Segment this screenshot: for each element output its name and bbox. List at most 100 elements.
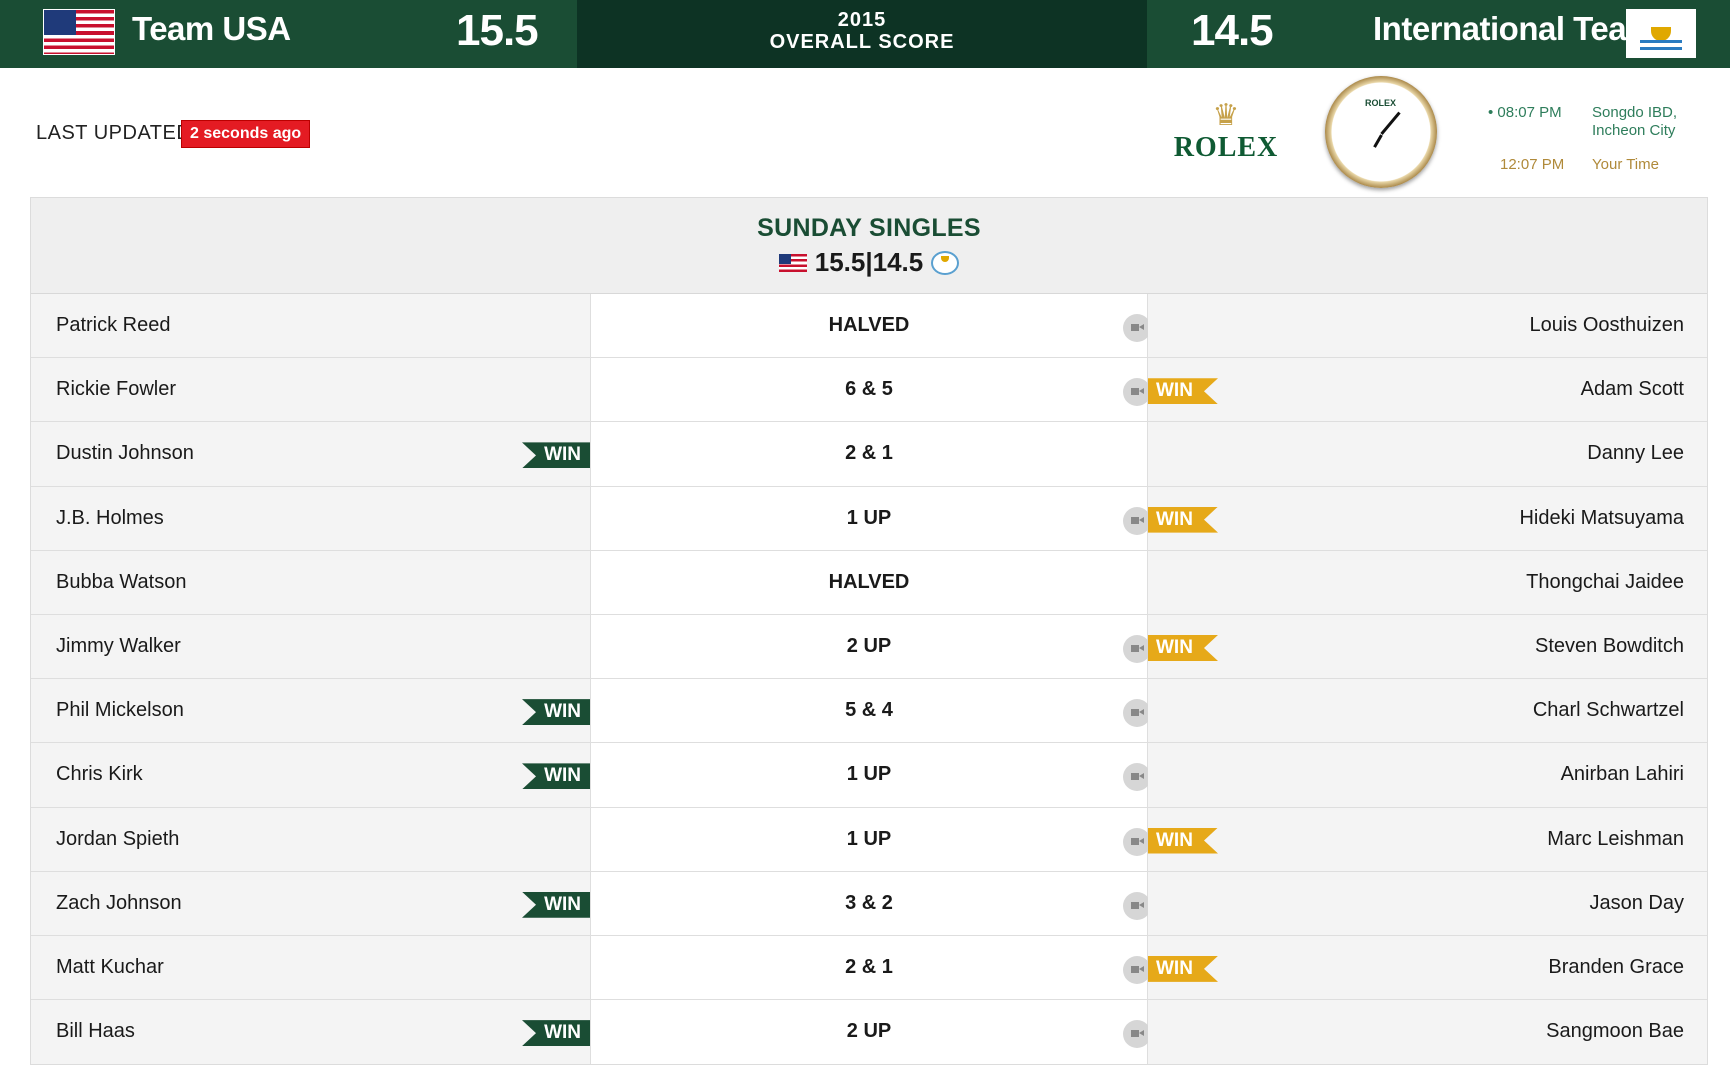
usa-win-badge: WIN [522, 699, 590, 726]
match-result: HALVED [828, 570, 910, 593]
match-row[interactable]: Dustin Johnson WIN 2 & 1 Danny Lee [31, 422, 1707, 487]
video-camera-icon[interactable] [1123, 699, 1151, 728]
video-camera-icon[interactable] [1123, 314, 1151, 342]
usa-player-cell: Jimmy Walker [31, 614, 590, 679]
intl-player-cell: Thongchai Jaidee [1148, 550, 1707, 614]
international-team-logo-icon [1626, 9, 1696, 58]
intl-player-cell: WIN Steven Bowditch [1148, 614, 1707, 679]
match-row[interactable]: J.B. Holmes 1 UP WIN Hideki Matsuyama [31, 486, 1707, 551]
intl-player-name[interactable]: Branden Grace [1548, 956, 1684, 979]
match-result-cell: 2 & 1 [590, 422, 1148, 486]
usa-player-cell: Zach Johnson WIN [31, 871, 590, 935]
video-camera-icon[interactable] [1123, 763, 1151, 792]
usa-player-name[interactable]: Jimmy Walker [56, 635, 181, 658]
video-camera-icon[interactable] [1123, 1020, 1151, 1049]
video-camera-icon[interactable] [1123, 891, 1151, 920]
video-camera-icon[interactable] [1123, 378, 1151, 407]
match-result: 3 & 2 [845, 891, 893, 914]
usa-player-cell: Bill Haas WIN [31, 1000, 590, 1065]
match-row[interactable]: Bill Haas WIN 2 UP Sangmoon Bae [31, 1000, 1707, 1065]
usa-player-name[interactable]: Rickie Fowler [56, 378, 176, 401]
rolex-logo[interactable]: ♛ ROLEX [1170, 100, 1282, 164]
intl-win-badge: WIN [1148, 828, 1218, 854]
singles-scoreboard: SUNDAY SINGLES 15.5|14.5 Patrick Reed HAL… [30, 197, 1708, 1065]
intl-win-badge: WIN [1148, 507, 1218, 533]
intl-player-cell: WIN Adam Scott [1148, 358, 1707, 422]
intl-player-name[interactable]: Marc Leishman [1547, 828, 1684, 851]
usa-player-name[interactable]: Chris Kirk [56, 763, 143, 786]
usa-player-name[interactable]: Phil Mickelson [56, 699, 184, 722]
match-row[interactable]: Zach Johnson WIN 3 & 2 Jason Day [31, 871, 1707, 936]
match-row[interactable]: Jordan Spieth 1 UP WIN Marc Leishman [31, 807, 1707, 872]
overall-score-label: OVERALL SCORE [769, 31, 955, 53]
video-camera-icon[interactable] [1123, 506, 1151, 535]
team-usa-score: 15.5 [456, 6, 539, 55]
usa-player-name[interactable]: Matt Kuchar [56, 956, 164, 979]
team-usa-name: Team USA [132, 10, 291, 47]
match-row[interactable]: Bubba Watson HALVED Thongchai Jaidee [31, 550, 1707, 615]
usa-player-name[interactable]: Bubba Watson [56, 571, 186, 594]
intl-player-name[interactable]: Hideki Matsuyama [1519, 507, 1684, 530]
intl-player-cell: Danny Lee [1148, 422, 1707, 486]
match-row[interactable]: Jimmy Walker 2 UP WIN Steven Bowditch [31, 614, 1707, 680]
match-row[interactable]: Patrick Reed HALVED Louis Oosthuizen [31, 294, 1707, 359]
intl-player-name[interactable]: Louis Oosthuizen [1529, 314, 1684, 337]
intl-player-name[interactable]: Adam Scott [1581, 378, 1684, 401]
usa-player-cell: Dustin Johnson WIN [31, 422, 590, 486]
match-result: 2 UP [846, 1020, 892, 1043]
usa-player-name[interactable]: Zach Johnson [56, 892, 182, 915]
intl-player-name[interactable]: Thongchai Jaidee [1526, 571, 1684, 594]
session-title: SUNDAY SINGLES [757, 214, 981, 242]
usa-player-name[interactable]: Patrick Reed [56, 314, 171, 337]
intl-player-cell: Louis Oosthuizen [1148, 294, 1707, 358]
usa-player-cell: Bubba Watson [31, 550, 590, 614]
intl-player-name[interactable]: Steven Bowditch [1535, 635, 1684, 658]
usa-player-cell: Chris Kirk WIN [31, 743, 590, 807]
match-result: 2 UP [846, 634, 892, 657]
usa-flag-icon [778, 253, 807, 272]
intl-player-name[interactable]: Sangmoon Bae [1546, 1020, 1684, 1043]
match-list: Patrick Reed HALVED Louis Oosthuizen Rickie… [31, 294, 1707, 1065]
local-place: Songdo IBD, Incheon City [1592, 104, 1678, 139]
match-result-cell: 1 UP [590, 807, 1151, 871]
clock-icon: ROLEX [1325, 76, 1437, 188]
session-header: SUNDAY SINGLES 15.5|14.5 [31, 198, 1707, 294]
match-result-cell: HALVED [590, 294, 1151, 358]
crown-icon: ♛ [1212, 99, 1240, 132]
intl-player-name[interactable]: Danny Lee [1587, 442, 1684, 465]
match-row[interactable]: Chris Kirk WIN 1 UP Anirban Lahiri [31, 743, 1707, 808]
intl-player-cell: Charl Schwartzel [1148, 679, 1707, 743]
match-result-cell: 1 UP [590, 486, 1151, 550]
usa-win-badge: WIN [522, 763, 590, 790]
usa-player-cell: Patrick Reed [31, 294, 590, 358]
match-result: 1 UP [846, 763, 892, 786]
intl-player-name[interactable]: Charl Schwartzel [1533, 699, 1684, 722]
match-result: 2 & 1 [845, 955, 893, 978]
last-updated-badge: 2 seconds ago [181, 120, 311, 148]
usa-player-cell: Matt Kuchar [31, 935, 590, 1000]
match-result-cell: 3 & 2 [590, 871, 1151, 935]
intl-win-badge: WIN [1148, 635, 1218, 661]
overall-score-panel: 2015 OVERALL SCORE [577, 0, 1147, 68]
match-row[interactable]: Rickie Fowler 6 & 5 WIN Adam Scott [31, 358, 1707, 423]
intl-player-name[interactable]: Jason Day [1590, 892, 1685, 915]
team-intl-name: International Team [1373, 10, 1655, 47]
video-camera-icon[interactable] [1123, 634, 1151, 663]
intl-player-cell: WIN Branden Grace [1148, 935, 1707, 1000]
usa-player-name[interactable]: Jordan Spieth [56, 828, 179, 851]
usa-player-name[interactable]: Bill Haas [56, 1020, 135, 1043]
last-updated-label: LAST UPDATED: [36, 122, 198, 144]
usa-player-name[interactable]: J.B. Holmes [56, 507, 164, 530]
intl-player-cell: Sangmoon Bae [1148, 1000, 1707, 1065]
match-result-cell: HALVED [590, 550, 1148, 614]
video-camera-icon[interactable] [1123, 827, 1151, 856]
match-row[interactable]: Matt Kuchar 2 & 1 WIN Branden Grace [31, 935, 1707, 1001]
intl-player-name[interactable]: Anirban Lahiri [1561, 763, 1684, 786]
usa-player-cell: Phil Mickelson WIN [31, 679, 590, 743]
usa-player-cell: Jordan Spieth [31, 807, 590, 871]
usa-player-name[interactable]: Dustin Johnson [56, 442, 194, 465]
match-result: 2 & 1 [845, 442, 893, 465]
video-camera-icon[interactable] [1123, 955, 1151, 984]
match-row[interactable]: Phil Mickelson WIN 5 & 4 Charl Schwartzel [31, 679, 1707, 744]
usa-win-badge: WIN [522, 442, 590, 469]
